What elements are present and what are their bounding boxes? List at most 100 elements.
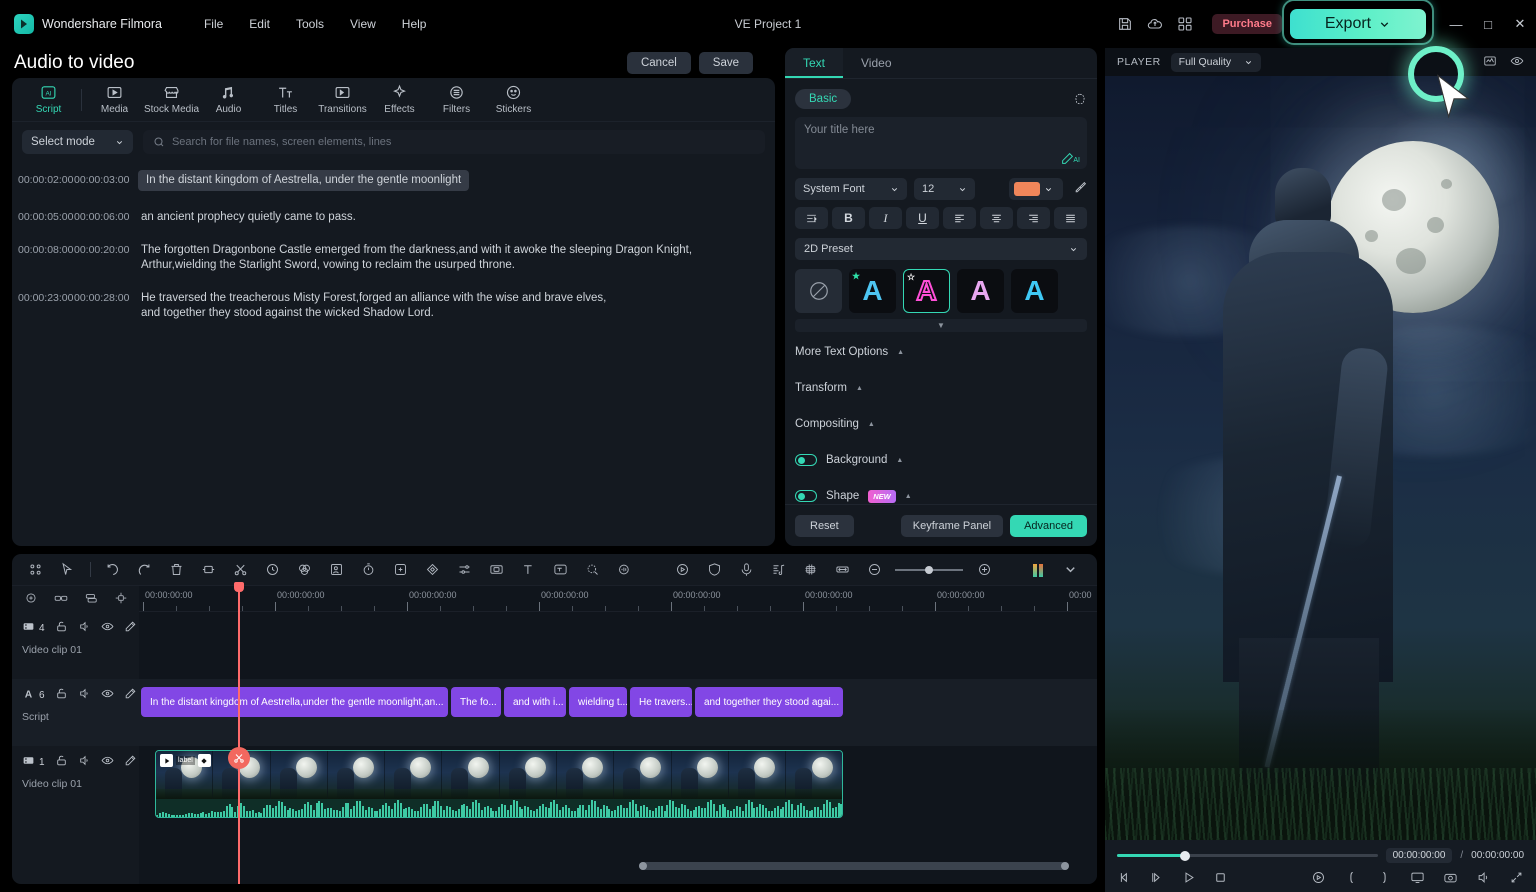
zoom-in-icon[interactable] — [973, 559, 995, 581]
grid-icon[interactable] — [24, 559, 46, 581]
underline-button[interactable]: U — [906, 207, 939, 229]
track-header-row[interactable]: 1 Video clip 01 — [12, 746, 139, 813]
menu-edit[interactable]: Edit — [249, 17, 270, 31]
text-clip[interactable]: In the distant kingdom of Aestrella,unde… — [141, 687, 448, 717]
magic-icon[interactable] — [124, 620, 137, 636]
script-line-text[interactable]: He traversed the treacherous Misty Fores… — [138, 290, 606, 320]
tab-text[interactable]: Text — [785, 48, 844, 78]
auto-caption-icon[interactable] — [549, 559, 571, 581]
menu-file[interactable]: File — [204, 17, 223, 31]
hide-icon[interactable] — [101, 754, 114, 770]
category-effects[interactable]: Effects — [371, 84, 428, 115]
group-icon[interactable] — [84, 591, 98, 608]
ai-pen-icon[interactable]: AI — [1061, 152, 1080, 165]
shape-toggle[interactable] — [795, 490, 817, 502]
section-transform[interactable]: Transform ▲ — [795, 372, 1087, 404]
hide-icon[interactable] — [101, 687, 114, 703]
split-icon[interactable] — [229, 559, 251, 581]
align-justify-icon[interactable] — [1054, 207, 1087, 229]
timeline-tracks-area[interactable]: 00:00:00:00 00:00:00:00 00:00:00:00 00:00:0… — [139, 582, 1097, 884]
lock-icon[interactable] — [55, 754, 68, 770]
apps-grid-icon[interactable] — [1172, 11, 1198, 37]
voiceover-icon[interactable] — [735, 559, 757, 581]
fit-timeline-icon[interactable] — [831, 559, 853, 581]
basic-tab[interactable]: Basic — [795, 89, 852, 109]
script-line[interactable]: 00:00:05:00 00:00:06:00 an ancient proph… — [18, 205, 769, 229]
save-icon[interactable] — [1112, 11, 1138, 37]
text-clip[interactable]: wielding t... — [569, 687, 627, 717]
search-box[interactable] — [142, 130, 765, 154]
mute-icon[interactable] — [78, 687, 91, 703]
text-tool-icon[interactable] — [517, 559, 539, 581]
italic-button[interactable]: I — [869, 207, 902, 229]
category-stickers[interactable]: Stickers — [485, 84, 542, 115]
color-icon[interactable] — [293, 559, 315, 581]
keyframe-panel-button[interactable]: Keyframe Panel — [900, 514, 1004, 537]
beat-detect-icon[interactable] — [767, 559, 789, 581]
play-icon[interactable] — [1181, 870, 1196, 888]
preset-expand-button[interactable]: ▼ — [795, 319, 1087, 332]
link-icon[interactable] — [54, 591, 68, 608]
font-size-select[interactable]: 12 — [913, 178, 976, 200]
ai-audio-icon[interactable] — [613, 559, 635, 581]
cloud-upload-icon[interactable] — [1142, 11, 1168, 37]
text-clip[interactable]: and together they stood agai... — [695, 687, 843, 717]
mask-portrait-icon[interactable] — [325, 559, 347, 581]
script-line[interactable]: 00:00:08:00 00:00:20:00 The forgotten Dr… — [18, 238, 769, 276]
timeline-ruler[interactable]: 00:00:00:00 00:00:00:00 00:00:00:00 00:00:0… — [139, 586, 1097, 612]
progress-handle[interactable] — [1179, 850, 1190, 861]
menu-tools[interactable]: Tools — [296, 17, 324, 31]
track-script[interactable]: In the distant kingdom of Aestrella,unde… — [139, 679, 1097, 746]
text-clip[interactable]: The fo... — [451, 687, 501, 717]
mute-icon[interactable] — [78, 620, 91, 636]
lock-icon[interactable] — [55, 620, 68, 636]
zoom-out-icon[interactable] — [863, 559, 885, 581]
preset-pink-a[interactable]: A — [957, 269, 1004, 313]
stop-icon[interactable] — [1213, 870, 1228, 888]
tab-video[interactable]: Video — [843, 48, 909, 78]
align-center-icon[interactable] — [980, 207, 1013, 229]
category-media[interactable]: Media — [86, 84, 143, 115]
advanced-button[interactable]: Advanced — [1010, 514, 1087, 537]
waveform-icon[interactable] — [1483, 54, 1497, 71]
menu-view[interactable]: View — [350, 17, 376, 31]
preset-none[interactable] — [795, 269, 842, 313]
keyframe-icon[interactable] — [421, 559, 443, 581]
add-marker-icon[interactable] — [389, 559, 411, 581]
bold-button[interactable]: B — [832, 207, 865, 229]
cancel-button[interactable]: Cancel — [626, 52, 691, 74]
track-header-row[interactable]: 4 Video clip 01 — [12, 612, 139, 679]
background-toggle[interactable] — [795, 454, 817, 466]
timeline-horizontal-scrollbar[interactable] — [639, 862, 1069, 870]
text-clip[interactable]: He travers... — [630, 687, 692, 717]
track-video-top[interactable] — [139, 612, 1097, 679]
preview-stage[interactable] — [1105, 76, 1536, 840]
timer-icon[interactable] — [357, 559, 379, 581]
section-more-text-options[interactable]: More Text Options ▲ — [795, 336, 1087, 368]
script-line[interactable]: 00:00:02:00 00:00:03:00 In the distant k… — [18, 168, 769, 195]
export-button[interactable]: Export — [1290, 9, 1426, 39]
adjust-icon[interactable] — [453, 559, 475, 581]
script-line-text[interactable]: In the distant kingdom of Aestrella, und… — [138, 170, 470, 191]
minimize-button[interactable]: — — [1440, 9, 1472, 39]
stabilize-icon[interactable] — [485, 559, 507, 581]
maximize-button[interactable]: □ — [1472, 9, 1504, 39]
audio-meter-dropdown[interactable] — [1059, 559, 1081, 581]
playhead-split-button[interactable] — [228, 747, 250, 769]
script-line-text[interactable]: an ancient prophecy quietly came to pass… — [138, 209, 356, 225]
mark-out-icon[interactable] — [1377, 870, 1392, 888]
mute-icon[interactable] — [78, 754, 91, 770]
close-button[interactable]: ✕ — [1504, 9, 1536, 39]
marker-grid-icon[interactable] — [799, 559, 821, 581]
align-right-icon[interactable] — [1017, 207, 1050, 229]
title-textarea[interactable] — [804, 124, 1078, 158]
shield-icon[interactable] — [703, 559, 725, 581]
magic-icon[interactable] — [124, 687, 137, 703]
section-background[interactable]: Background ▲ — [795, 444, 1087, 476]
record-icon[interactable] — [1311, 870, 1326, 888]
purchase-button[interactable]: Purchase — [1212, 14, 1282, 34]
track-video-bottom[interactable]: label — [139, 746, 1097, 836]
preset-outline-a[interactable]: ☆ A — [903, 269, 950, 313]
delete-icon[interactable] — [165, 559, 187, 581]
speed-icon[interactable] — [261, 559, 283, 581]
